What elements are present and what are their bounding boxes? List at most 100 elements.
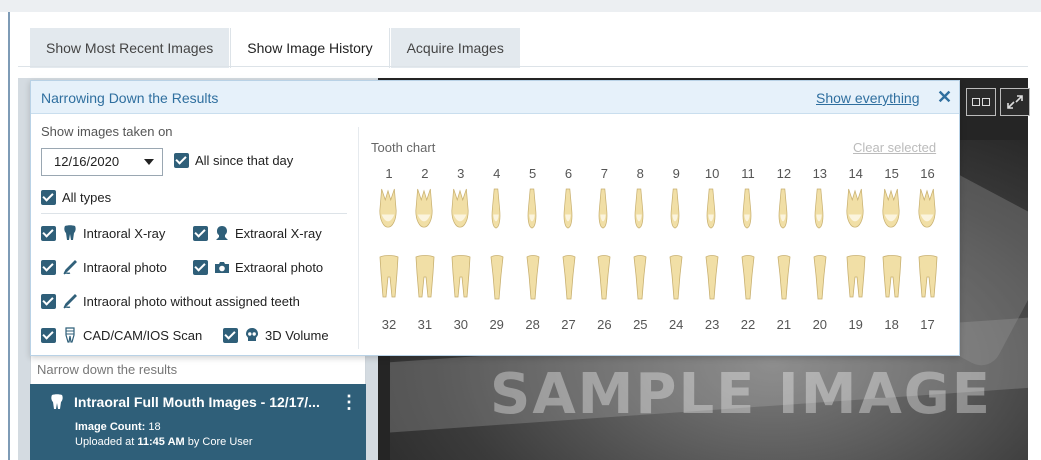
upper-tooth-1[interactable] — [378, 185, 398, 233]
tooth-number-lower: 22 — [740, 317, 756, 332]
clear-selected-link[interactable]: Clear selected — [853, 140, 936, 155]
upper-tooth-3[interactable] — [450, 185, 470, 233]
lower-tooth-30[interactable] — [450, 253, 472, 303]
result-meta: Image Count: 18 Uploaded at 11:45 AM by … — [75, 420, 352, 450]
upper-tooth-14[interactable] — [845, 185, 865, 233]
upper-tooth-11[interactable] — [737, 185, 757, 233]
split-view-button[interactable] — [966, 88, 996, 116]
upper-tooth-12[interactable] — [773, 185, 793, 233]
lower-tooth-27[interactable] — [558, 253, 580, 303]
tooth-number-upper: 2 — [421, 166, 429, 181]
type-label: CAD/CAM/IOS Scan — [83, 327, 203, 343]
checkbox-checked[interactable] — [41, 327, 56, 343]
panel-divider — [358, 127, 359, 349]
upper-tooth-5[interactable] — [522, 185, 542, 233]
tab-bar: Show Most Recent Images Show Image Histo… — [30, 28, 521, 68]
type-intraoral-photo-unassigned[interactable]: Intraoral photo without assigned teeth — [41, 293, 300, 309]
type-label: Extraoral X-ray — [235, 225, 322, 241]
all-types-checkbox[interactable]: All types — [41, 190, 111, 205]
tooth-number-upper: 4 — [493, 166, 501, 181]
fullscreen-button[interactable] — [1000, 88, 1030, 116]
tooth-number-lower: 29 — [489, 317, 504, 332]
lower-tooth-28[interactable] — [522, 253, 544, 303]
tooth-number-upper: 11 — [741, 166, 755, 181]
filter-panel: Narrowing Down the Results Show everythi… — [30, 80, 960, 356]
lower-tooth-31[interactable] — [414, 253, 436, 303]
lower-tooth-24[interactable] — [665, 253, 687, 303]
tooth-icon — [51, 394, 63, 409]
type-intraoral-photo[interactable]: Intraoral photo — [41, 259, 167, 275]
show-everything-link[interactable]: Show everything — [816, 90, 920, 106]
sample-watermark: SAMPLE IMAGE — [490, 362, 992, 427]
upper-tooth-7[interactable] — [593, 185, 613, 233]
all-since-checkbox[interactable]: All since that day — [174, 153, 293, 168]
tooth-chart-title: Tooth chart — [371, 140, 436, 155]
checkbox-checked[interactable] — [223, 327, 238, 343]
result-card[interactable]: Intraoral Full Mouth Images - 12/17/... … — [30, 384, 366, 460]
checkbox-checked[interactable] — [41, 225, 56, 241]
lower-tooth-20[interactable] — [809, 253, 831, 303]
filter-header: Narrowing Down the Results Show everythi… — [31, 81, 959, 114]
tooth-number-lower: 32 — [381, 317, 397, 332]
tab-acquire-images[interactable]: Acquire Images — [390, 28, 520, 68]
type-label: Intraoral X-ray — [83, 225, 166, 241]
type-cadcam-scan[interactable]: CAD/CAM/IOS Scan — [41, 327, 202, 343]
upper-tooth-6[interactable] — [558, 185, 578, 233]
date-select[interactable]: 12/16/2020 — [41, 148, 163, 176]
close-icon[interactable]: ✕ — [937, 87, 952, 108]
lower-tooth-22[interactable] — [737, 253, 759, 303]
scanned-tooth-icon — [65, 327, 75, 343]
split-view-icon — [972, 98, 990, 106]
lower-tooth-29[interactable] — [486, 253, 508, 303]
type-extraoral-xray[interactable]: Extraoral X-ray — [193, 225, 322, 241]
upper-tooth-15[interactable] — [881, 185, 901, 233]
lower-tooth-26[interactable] — [593, 253, 615, 303]
upper-tooth-8[interactable] — [629, 185, 649, 233]
tooth-number-upper: 9 — [672, 166, 680, 181]
image-count-value: 18 — [148, 421, 161, 433]
lower-tooth-23[interactable] — [701, 253, 723, 303]
all-since-label: All since that day — [195, 153, 294, 168]
tab-image-history[interactable]: Show Image History — [230, 28, 390, 68]
lower-tooth-19[interactable] — [845, 253, 867, 303]
result-title-row: Intraoral Full Mouth Images - 12/17/... … — [50, 393, 358, 411]
type-extraoral-photo[interactable]: Extraoral photo — [193, 259, 323, 275]
upper-tooth-16[interactable] — [917, 185, 937, 233]
pen-icon — [63, 294, 77, 309]
checkbox-checked[interactable] — [193, 225, 208, 241]
tooth-number-lower: 17 — [920, 317, 935, 332]
lower-tooth-18[interactable] — [881, 253, 903, 303]
uploaded-by: by Core User — [187, 436, 253, 448]
type-label: Intraoral photo — [83, 259, 167, 275]
upper-tooth-13[interactable] — [809, 185, 829, 233]
head-silhouette-icon — [216, 226, 228, 240]
tooth-number-upper: 5 — [528, 166, 537, 181]
lower-tooth-32[interactable] — [378, 253, 400, 303]
lower-tooth-21[interactable] — [773, 253, 795, 303]
checkbox-checked[interactable] — [41, 293, 56, 309]
tooth-icon — [64, 225, 76, 240]
checkbox-checked[interactable] — [41, 190, 56, 205]
checkbox-checked[interactable] — [193, 259, 208, 275]
uploaded-time: 11:45 AM — [137, 436, 185, 448]
upper-tooth-10[interactable] — [701, 185, 721, 233]
type-3d-volume[interactable]: 3D Volume — [223, 327, 329, 343]
upper-tooth-4[interactable] — [486, 185, 506, 233]
checkbox-checked[interactable] — [174, 153, 189, 168]
tooth-number-upper: 1 — [385, 166, 393, 181]
tooth-number-lower: 26 — [597, 317, 612, 332]
expand-icon — [1007, 95, 1023, 109]
upper-tooth-9[interactable] — [665, 185, 685, 233]
tab-most-recent-images[interactable]: Show Most Recent Images — [30, 28, 230, 68]
checkbox-checked[interactable] — [41, 259, 56, 275]
tooth-number-upper: 16 — [920, 166, 935, 181]
type-intraoral-xray[interactable]: Intraoral X-ray — [41, 225, 165, 241]
tooth-number-upper: 15 — [884, 166, 899, 181]
type-label: 3D Volume — [265, 327, 329, 343]
top-strip — [0, 0, 1041, 12]
upper-tooth-2[interactable] — [414, 185, 434, 233]
lower-tooth-25[interactable] — [629, 253, 651, 303]
more-options-icon[interactable]: ⋮ — [340, 393, 358, 411]
lower-tooth-17[interactable] — [917, 253, 939, 303]
tooth-number-lower: 21 — [776, 317, 792, 332]
